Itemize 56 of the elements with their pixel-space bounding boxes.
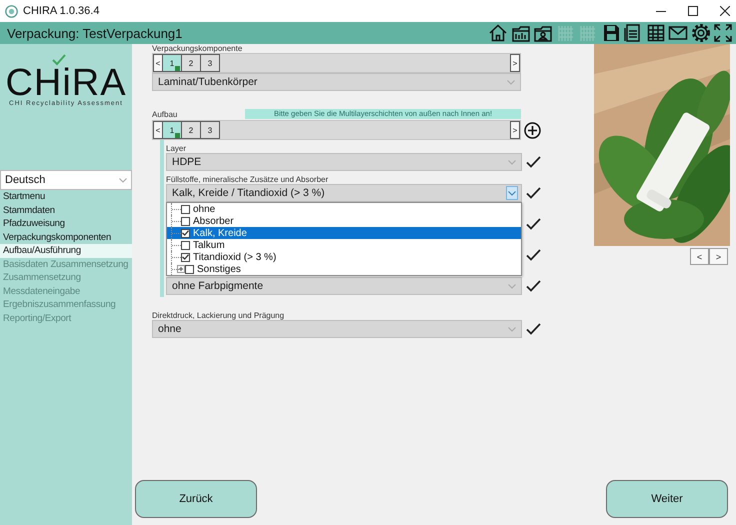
- settings-icon[interactable]: [690, 23, 710, 43]
- dropdown[interactable]: ohne: [152, 320, 522, 338]
- dropdown-option[interactable]: Kalk, Kreide: [167, 227, 521, 239]
- field-label: Direktdruck, Lackierung und Prägung: [152, 311, 286, 320]
- menu-item[interactable]: Verpackungskomponenten: [0, 230, 132, 244]
- field-label: Aufbau: [152, 110, 178, 119]
- tab[interactable]: 1: [163, 54, 182, 72]
- checkbox[interactable]: [181, 240, 190, 250]
- checkbox[interactable]: [185, 264, 194, 274]
- next-button[interactable]: Weiter: [606, 480, 728, 518]
- next-button[interactable]: >: [510, 54, 520, 72]
- expand-icon[interactable]: [177, 265, 185, 273]
- chevron-down-icon[interactable]: [508, 190, 516, 196]
- previous-button[interactable]: <: [153, 54, 163, 72]
- table-icon[interactable]: [646, 23, 666, 43]
- field-label: Verpackungskomponente: [152, 44, 244, 53]
- previous-button[interactable]: <: [153, 121, 163, 139]
- close-icon[interactable]: [720, 6, 730, 16]
- dropdown[interactable]: Laminat/Tubenkörper: [152, 73, 521, 91]
- home-icon[interactable]: [488, 23, 508, 43]
- next-button[interactable]: >: [709, 248, 728, 265]
- tab[interactable]: 1: [163, 121, 182, 139]
- dropdown-option[interactable]: Titandioxid (> 3 %): [167, 251, 521, 263]
- maximize-icon[interactable]: [688, 6, 698, 16]
- tab[interactable]: 3: [201, 121, 220, 139]
- next-button[interactable]: >: [510, 121, 520, 139]
- checkbox[interactable]: [181, 216, 190, 226]
- tab[interactable]: 2: [182, 54, 201, 72]
- dropdown-option[interactable]: Talkum: [167, 239, 521, 251]
- menu-item[interactable]: Aufbau/Ausführung: [0, 244, 132, 258]
- previous-button[interactable]: <: [690, 248, 709, 265]
- window-title: CHIRA 1.0.36.4: [23, 5, 100, 17]
- logo-text: CHiRA: [5, 67, 127, 99]
- back-button[interactable]: Zurück: [135, 480, 257, 518]
- document-icon[interactable]: [623, 23, 643, 43]
- checkbox[interactable]: [181, 228, 190, 238]
- dropdown[interactable]: HDPE: [166, 153, 522, 171]
- fullscreen-icon[interactable]: [713, 23, 733, 43]
- dropdown[interactable]: ohne Farbpigmente: [166, 277, 522, 295]
- menu-item[interactable]: Pfadzuweisung: [0, 217, 132, 230]
- tab[interactable]: 2: [182, 121, 201, 139]
- tab[interactable]: 3: [201, 54, 220, 72]
- page-title: Verpackung: TestVerpackung1: [7, 26, 182, 40]
- app-icon: [5, 4, 18, 18]
- checkmark-icon: [52, 54, 66, 66]
- dropdown-option[interactable]: Sonstiges: [167, 263, 521, 275]
- dropdown[interactable]: Kalk, Kreide / Titandioxid (> 3 %): [166, 184, 522, 202]
- field-label: Layer: [166, 143, 188, 153]
- menu-item[interactable]: Startmenu: [0, 190, 132, 204]
- checkbox[interactable]: [181, 204, 190, 214]
- field-label: Füllstoffe, mineralische Zusätze und Absorber: [166, 174, 330, 184]
- menu-item[interactable]: Stammdaten: [0, 204, 132, 217]
- add-icon[interactable]: [524, 122, 541, 138]
- language-dropdown[interactable]: Deutsch: [0, 170, 132, 190]
- dropdown-option[interactable]: ohne: [167, 203, 521, 215]
- checkbox[interactable]: [181, 252, 190, 262]
